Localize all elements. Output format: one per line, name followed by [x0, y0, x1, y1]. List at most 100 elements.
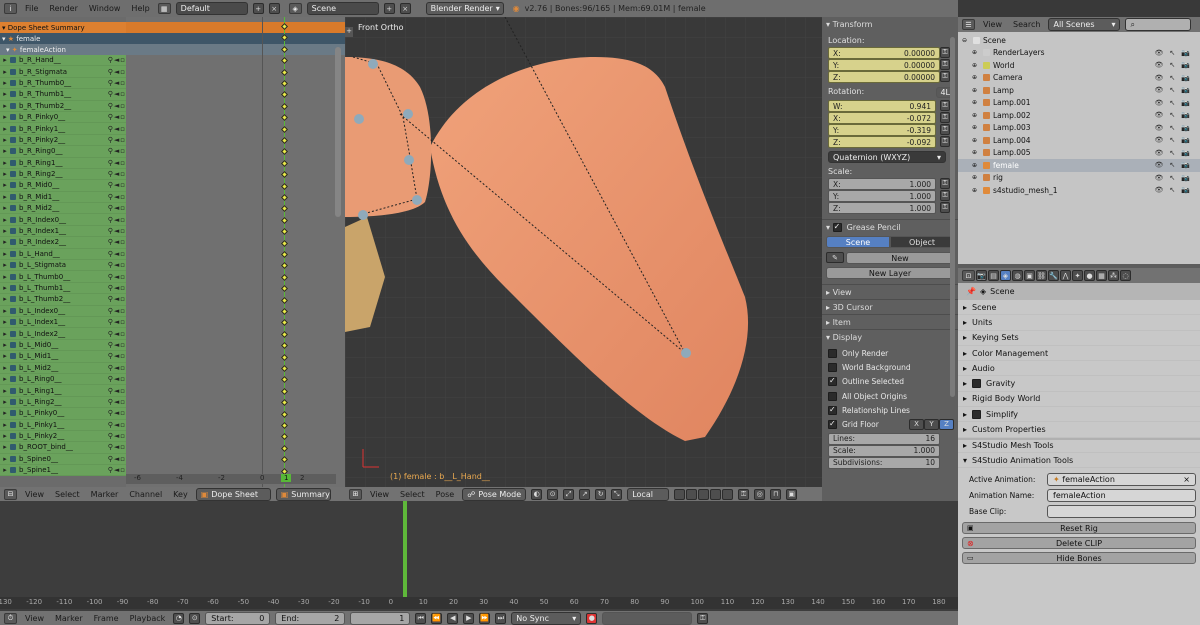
channel-row[interactable]: ▸ b_L_Pinky2__ ⚲◄▫ [0, 431, 126, 443]
expand-arrow-icon[interactable]: ▸ [963, 441, 972, 450]
axis-y-toggle[interactable]: Y [924, 418, 939, 430]
axis-x-toggle[interactable]: X [909, 418, 924, 430]
manipulator-icon[interactable]: ⤢ [563, 488, 575, 500]
keyframe-diamond[interactable] [280, 159, 289, 167]
expand-arrow-icon[interactable]: ▸ [0, 307, 10, 315]
add-scene-icon[interactable]: + [383, 3, 395, 14]
rotation-mode-select[interactable]: Quaternion (WXYZ) ▾ [828, 151, 946, 163]
channel-toggles-icon[interactable]: ⚲◄▫ [96, 181, 126, 189]
expand-arrow-icon[interactable]: ▸ [963, 364, 972, 373]
record-icon[interactable]: ● [586, 612, 598, 624]
channel-row[interactable]: ▸ b_L_Ring0__ ⚲◄▫ [0, 374, 126, 386]
channel-toggles-icon[interactable]: ⚲◄▫ [96, 307, 126, 315]
keyframe-diamond[interactable] [280, 216, 289, 224]
channel-toggles-icon[interactable]: ⚲◄▫ [96, 387, 126, 395]
sync-select[interactable]: No Sync ▾ [511, 611, 582, 625]
restrict-icons[interactable]: 👁↖📷 [1155, 149, 1196, 157]
properties-section-header[interactable]: ▸ S4Studio Mesh Tools [958, 437, 1200, 453]
expand-arrow-icon[interactable]: ▸ [0, 341, 10, 349]
expand-arrow-icon[interactable]: ▸ [0, 56, 10, 64]
keyframe-diamond[interactable] [280, 399, 289, 407]
channel-row[interactable]: ▸ b_ROOT_bind__ ⚲◄▫ [0, 442, 126, 454]
use-preview-icon[interactable]: ⊙ [189, 612, 201, 624]
expand-arrow-icon[interactable]: ▸ [0, 102, 10, 110]
menu-marker[interactable]: Marker [88, 490, 122, 499]
lock-icon[interactable]: ⚿ [940, 178, 950, 189]
display-option-checkbox[interactable] [828, 348, 837, 358]
keying-set-field[interactable] [602, 611, 693, 625]
lock-icon[interactable]: ⚿ [940, 190, 950, 201]
channel-row[interactable]: ▸ b_Spine1__ ⚲◄▫ [0, 465, 126, 477]
outliner-row[interactable]: ⊕ Camera 👁↖📷 [958, 72, 1200, 85]
expand-arrow-icon[interactable]: ▸ [0, 250, 10, 258]
keyframe-diamond[interactable] [280, 353, 289, 361]
expand-arrow-icon[interactable]: ▸ [0, 170, 10, 178]
channel-row[interactable]: ▸ b_R_Pinky1__ ⚲◄▫ [0, 123, 126, 135]
menu-frame[interactable]: Frame [91, 614, 122, 623]
channel-row[interactable]: ▸ b_L_Mid2__ ⚲◄▫ [0, 363, 126, 374]
channel-toggles-icon[interactable]: ⚲◄▫ [96, 295, 126, 303]
keyframe-diamond[interactable] [280, 57, 289, 65]
play-icon[interactable]: ▶ [463, 612, 475, 624]
display-option-row[interactable]: Relationship Lines [828, 404, 954, 418]
expand-arrow-icon[interactable]: ▸ [0, 432, 10, 440]
restrict-icons[interactable]: 👁↖📷 [1155, 174, 1196, 182]
expand-arrow-icon[interactable]: ▸ [0, 125, 10, 133]
numeric-field[interactable]: X: -0.072 [828, 112, 936, 124]
channel-row[interactable]: ▸ b_R_Pinky0__ ⚲◄▫ [0, 112, 126, 124]
layer-buttons[interactable] [674, 488, 734, 500]
outliner-row[interactable]: ⊕ female 👁↖📷 [958, 159, 1200, 172]
channel-toggles-icon[interactable]: ⚲◄▫ [96, 90, 126, 98]
expand-arrow-icon[interactable]: ▸ [963, 379, 972, 388]
menu-view[interactable]: View [22, 614, 47, 623]
numeric-field[interactable]: Subdivisions: 10 [828, 456, 940, 469]
delete-clip-button[interactable]: ⊗ Delete CLIP [962, 537, 1196, 550]
channel-toggles-icon[interactable]: ⚲◄▫ [96, 250, 126, 258]
channel-row[interactable]: ▸ b_L_Index0__ ⚲◄▫ [0, 306, 126, 317]
restrict-icons[interactable]: 👁↖📷 [1155, 61, 1196, 69]
expand-arrow-icon[interactable]: ▸ [0, 204, 10, 212]
menu-key[interactable]: Key [170, 490, 191, 499]
keyframe-diamond[interactable] [280, 433, 289, 441]
expand-arrow-icon[interactable]: ▸ [0, 159, 10, 167]
expand-arrow-icon[interactable]: ▸ [0, 387, 10, 395]
expand-arrow-icon[interactable]: ▾ [2, 24, 6, 32]
keyframe-diamond[interactable] [280, 45, 289, 53]
expand-arrow-icon[interactable]: ▸ [0, 193, 10, 201]
physics-tab-icon[interactable]: ◌ [1120, 270, 1131, 281]
expand-arrow-icon[interactable]: ▸ [0, 113, 10, 121]
numeric-field[interactable]: Y: -0.319 [828, 124, 936, 136]
editor-type-icon[interactable]: ☰ [962, 19, 975, 30]
world-tab-icon[interactable]: ◍ [1012, 270, 1023, 281]
channel-row[interactable]: ▸ b_L_Stigmata ⚲◄▫ [0, 260, 126, 272]
scene-icon[interactable]: ◈ [288, 3, 302, 14]
lock-icon[interactable]: ⚿ [940, 136, 950, 147]
particles-tab-icon[interactable]: ⁂ [1108, 270, 1119, 281]
channel-toggles-icon[interactable]: ⚲◄▫ [96, 261, 126, 269]
numeric-field[interactable]: X: 1.000 [828, 178, 936, 190]
expand-icon[interactable]: ⊖ [962, 37, 970, 44]
keyframe-diamond[interactable] [280, 285, 289, 293]
channel-toggles-icon[interactable]: ⚲◄▫ [96, 398, 126, 406]
scale-icon[interactable]: ⤡ [611, 488, 623, 500]
numeric-field[interactable]: Z: 1.000 [828, 202, 936, 214]
summary-toggle[interactable]: ▣ Summary [275, 487, 331, 501]
outliner-search-input[interactable]: ⌕ [1125, 18, 1192, 31]
keyframe-diamond[interactable] [280, 387, 289, 395]
outliner-row[interactable]: ⊕ RenderLayers 👁↖📷 [958, 47, 1200, 60]
grease-pencil-checkbox[interactable] [832, 222, 842, 232]
layout-grid-icon[interactable]: ▦ [157, 3, 171, 14]
section-display[interactable]: ▾ Display [822, 329, 958, 344]
expand-arrow-icon[interactable]: ▸ [0, 90, 10, 98]
keyframe-diamond[interactable] [280, 205, 289, 213]
render-preview-icon[interactable]: ▣ [786, 488, 798, 500]
channel-row[interactable]: ▸ b_R_Ring1__ ⚲◄▫ [0, 158, 126, 169]
dopesheet-action-row[interactable]: ▾ ✦ femaleAction [0, 44, 126, 55]
keyframe-diamond[interactable] [280, 125, 289, 133]
expand-icon[interactable]: ⊕ [972, 149, 980, 156]
active-animation-field[interactable]: ✦ femaleAction × [1047, 472, 1196, 486]
properties-section-header[interactable]: ▸ Color Management [958, 346, 1200, 362]
channel-row[interactable]: ▸ b_L_Hand__ ⚲◄▫ [0, 249, 126, 261]
restrict-icons[interactable]: 👁↖📷 [1155, 99, 1196, 107]
info-editor-icon[interactable]: i [4, 3, 17, 14]
